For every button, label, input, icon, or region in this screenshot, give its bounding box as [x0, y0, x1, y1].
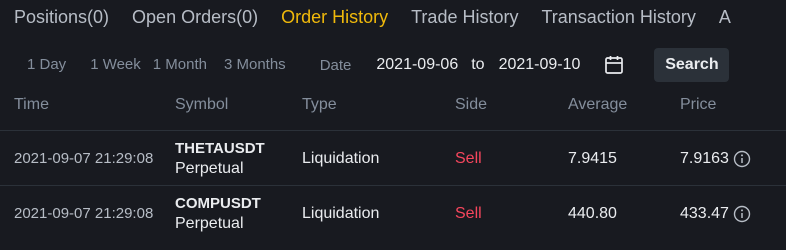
header-price: Price: [680, 96, 717, 113]
header-type: Type: [302, 96, 337, 113]
tab-order-history[interactable]: Order History: [281, 6, 388, 28]
row-symbol: THETAUSDT Perpetual: [175, 131, 265, 186]
row-average: 7.9415: [568, 149, 617, 167]
symbol-name: COMPUSDT: [175, 194, 261, 212]
filter-bar: 1 Day 1 Week 1 Month 3 Months Date 2021-…: [0, 47, 786, 83]
info-icon[interactable]: [733, 150, 751, 168]
tab-bar: Positions(0) Open Orders(0) Order Histor…: [14, 5, 754, 29]
contract-type: Perpetual: [175, 159, 244, 177]
row-average: 440.80: [568, 204, 617, 222]
row-price: 7.9163: [680, 149, 729, 167]
symbol-name: THETAUSDT: [175, 139, 265, 157]
contract-type: Perpetual: [175, 214, 244, 232]
row-type: Liquidation: [302, 149, 380, 167]
table-row: 2021-09-07 21:29:08 COMPUSDT Perpetual L…: [0, 185, 786, 240]
calendar-icon[interactable]: [603, 54, 625, 76]
search-button[interactable]: Search: [654, 48, 730, 82]
row-price-cell: 7.9163: [680, 131, 751, 186]
header-side: Side: [455, 96, 488, 113]
tab-overflow[interactable]: A: [719, 6, 731, 28]
tab-transaction-history[interactable]: Transaction History: [541, 6, 695, 28]
table-row: 2021-09-07 21:29:08 THETAUSDT Perpetual …: [0, 130, 786, 185]
row-symbol: COMPUSDT Perpetual: [175, 186, 261, 241]
row-price-cell: 433.47: [680, 186, 751, 241]
range-1-day[interactable]: 1 Day: [27, 56, 66, 74]
row-price: 433.47: [680, 204, 729, 222]
header-average: Average: [568, 96, 628, 113]
row-side: Sell: [455, 149, 482, 167]
header-time: Time: [14, 96, 49, 113]
date-to-label: to: [471, 56, 485, 73]
row-side: Sell: [455, 204, 482, 222]
header-symbol: Symbol: [175, 96, 229, 113]
date-from-field[interactable]: 2021-09-06: [376, 56, 458, 74]
row-time: 2021-09-07 21:29:08: [14, 205, 154, 222]
tab-positions[interactable]: Positions(0): [14, 6, 109, 28]
tab-trade-history[interactable]: Trade History: [411, 6, 518, 28]
info-icon[interactable]: [733, 205, 751, 223]
range-3-months[interactable]: 3 Months: [224, 56, 286, 74]
row-type: Liquidation: [302, 204, 380, 222]
date-label: Date: [319, 56, 352, 74]
range-1-month[interactable]: 1 Month: [153, 56, 207, 74]
range-1-week[interactable]: 1 Week: [90, 56, 141, 74]
order-history-panel: Positions(0) Open Orders(0) Order Histor…: [0, 0, 786, 250]
table-header: Time Symbol Type Side Average Price: [0, 96, 786, 120]
tab-open-orders[interactable]: Open Orders(0): [132, 6, 258, 28]
date-to-field[interactable]: 2021-09-10: [499, 56, 581, 74]
row-time: 2021-09-07 21:29:08: [14, 150, 154, 167]
